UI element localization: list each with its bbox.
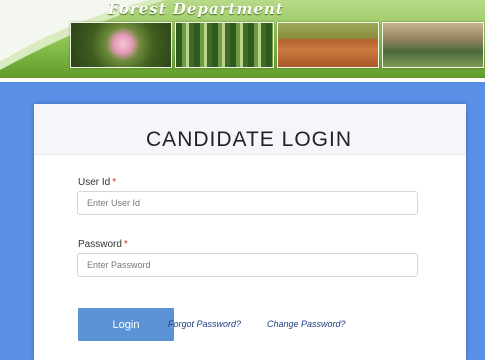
user-id-input[interactable] bbox=[77, 191, 418, 215]
header-banner: Forest Department bbox=[0, 0, 485, 78]
login-button[interactable]: Login bbox=[78, 308, 174, 341]
password-label-text: Password bbox=[78, 239, 122, 250]
password-label: Password * bbox=[78, 239, 128, 250]
department-title: Forest Department bbox=[108, 0, 284, 18]
change-password-link[interactable]: Change Password? bbox=[267, 319, 346, 329]
login-title: CANDIDATE LOGIN bbox=[146, 128, 352, 151]
required-marker: * bbox=[123, 239, 128, 250]
nursery-field-photo bbox=[277, 22, 379, 68]
password-input[interactable] bbox=[77, 253, 418, 277]
user-id-label-text: User Id bbox=[78, 177, 111, 188]
plant-beds-photo bbox=[382, 22, 484, 68]
flower-photo bbox=[70, 22, 172, 68]
login-panel-header: CANDIDATE LOGIN bbox=[34, 104, 466, 155]
required-marker: * bbox=[112, 177, 117, 188]
login-panel: CANDIDATE LOGIN User Id* Password* Login… bbox=[34, 104, 466, 360]
user-id-label: User Id * bbox=[78, 177, 116, 188]
forgot-password-link[interactable]: Forgot Password? bbox=[168, 319, 241, 329]
forest-photo bbox=[175, 22, 274, 68]
